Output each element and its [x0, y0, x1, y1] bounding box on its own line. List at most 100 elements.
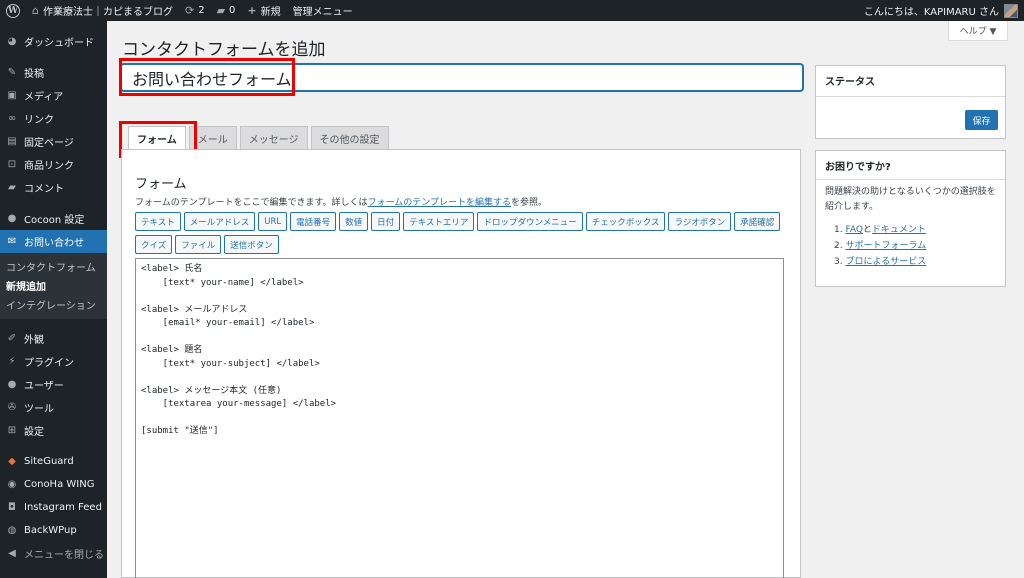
plugin-icon: ⚡ [8, 356, 16, 367]
tag-button-file[interactable]: ファイル [175, 235, 222, 254]
pro-services-link[interactable]: プロによるサービス [845, 257, 926, 267]
main-content: ヘルプ ▼ コンタクトフォームを追加 お問い合わせフォーム フォーム メール メ… [107, 21, 1024, 578]
tab-mail[interactable]: メール [188, 126, 237, 149]
tag-button-checkbox[interactable]: チェックボックス [585, 212, 666, 231]
form-template-textarea[interactable]: <label> 氏名 [text* your-name] </label> <l… [135, 258, 784, 578]
tag-button-url[interactable]: URL [258, 212, 288, 231]
docs-link[interactable]: ドキュメント [872, 225, 926, 235]
comment-bubble-icon: ▰ [216, 4, 226, 17]
tag-button-quiz[interactable]: クイズ [135, 235, 173, 254]
tag-button-number[interactable]: 数値 [339, 212, 369, 231]
help-box: お困りですか? 問題解決の助けとなるいくつかの選択肢を紹介します。 1. FAQ… [815, 150, 1006, 287]
help-title: お困りですか? [825, 162, 891, 173]
admin-bar: W ⌂ 作業療法士｜カピまるブログ ⟳ 2 ▰ 0 + 新規 管理メニュー こんにちは、… [0, 0, 1024, 21]
cocoon-icon: ● [7, 213, 17, 224]
sidebar-item-plugins[interactable]: ⚡ プラグイン [0, 350, 107, 373]
sidebar-item-appearance[interactable]: ✐ 外観 [0, 327, 107, 350]
submenu-integration[interactable]: インテグレーション [0, 295, 107, 314]
refresh-icon: ⟳ [184, 4, 195, 17]
tool-icon: ✇ [7, 402, 17, 413]
code-line: <label> 題名 [141, 345, 203, 355]
updates-link[interactable]: ⟳ 2 [179, 0, 211, 21]
mail-icon: ✉ [7, 236, 17, 247]
sidebar-item-pages[interactable]: ▤ 固定ページ [0, 130, 107, 153]
help-links-list: 1. FAQとドキュメント 2. サポートフォーラム 3. プロによるサービス [834, 222, 926, 270]
tab-messages[interactable]: メッセージ [239, 126, 308, 149]
comments-link[interactable]: ▰ 0 [211, 0, 242, 21]
submenu-contact-forms[interactable]: コンタクトフォーム [0, 257, 107, 276]
dashboard-icon: ◕ [7, 36, 17, 47]
sidebar-item-product-links[interactable]: ⊡ 商品リンク [0, 153, 107, 176]
code-line: [email* your-email] </label> [141, 318, 315, 328]
form-title-input[interactable]: お問い合わせフォーム [121, 64, 803, 91]
tag-button-date[interactable]: 日付 [371, 212, 401, 231]
code-line: <label> メッセージ本文 (任意) [141, 385, 282, 396]
product-link-icon: ⊡ [7, 159, 17, 170]
sidebar-item-users[interactable]: ● ユーザー [0, 373, 107, 396]
sidebar-item-tools[interactable]: ✇ ツール [0, 396, 107, 419]
sidebar-item-posts[interactable]: ✎ 投稿 [0, 61, 107, 84]
tag-button-radio[interactable]: ラジオボタン [668, 212, 732, 231]
comment-icon: ▰ [8, 182, 16, 193]
editor-tabs: フォーム メール メッセージ その他の設定 [128, 126, 392, 150]
sidebar-item-cocoon[interactable]: ● Cocoon 設定 [0, 207, 107, 230]
support-forum-link[interactable]: サポートフォーラム [845, 241, 926, 251]
code-line: [submit "送信"] [141, 426, 219, 436]
tab-additional-settings[interactable]: その他の設定 [310, 126, 389, 149]
contact-submenu: コンタクトフォーム 新規追加 インテグレーション [0, 253, 107, 319]
code-line: [textarea your-message] </label> [141, 399, 337, 409]
sidebar-item-settings[interactable]: ⊞ 設定 [0, 419, 107, 442]
status-divider [816, 96, 1005, 97]
save-button[interactable]: 保存 [965, 110, 998, 130]
home-icon: ⌂ [32, 4, 39, 17]
tag-button-acceptance[interactable]: 承諾確認 [734, 212, 781, 231]
status-title: ステータス [825, 77, 875, 88]
sidebar-item-comments[interactable]: ▰ コメント [0, 176, 107, 199]
site-name-link[interactable]: ⌂ 作業療法士｜カピまるブログ [26, 0, 179, 21]
sidebar-item-contact[interactable]: ✉ お問い合わせ [0, 230, 107, 253]
backwpup-icon: ◍ [7, 525, 17, 536]
conoha-icon: ◉ [7, 479, 17, 490]
instagram-icon: ◘ [8, 502, 16, 513]
plus-icon: + [247, 4, 257, 17]
code-line: [text* your-subject] </label> [141, 358, 320, 369]
edit-template-link[interactable]: フォームのテンプレートを編集する [368, 198, 511, 208]
tab-form[interactable]: フォーム [128, 126, 186, 150]
new-content-link[interactable]: + 新規 [241, 0, 286, 21]
tag-button-textarea[interactable]: テキストエリア [403, 212, 475, 231]
sidebar-item-backwpup[interactable]: ◍ BackWPup [0, 519, 107, 542]
user-icon: ● [7, 379, 17, 390]
link-icon: ∞ [7, 113, 17, 124]
wp-logo-button[interactable]: W [0, 0, 26, 21]
sidebar-item-conoha[interactable]: ◉ ConoHa WING [0, 473, 107, 496]
sidebar-item-dashboard[interactable]: ◕ ダッシュボード [0, 30, 107, 53]
sidebar-item-siteguard[interactable]: ◆ SiteGuard [0, 450, 107, 473]
list-item: 2. サポートフォーラム [834, 241, 927, 251]
sidebar-item-instagram[interactable]: ◘ Instagram Feed [0, 496, 107, 519]
panel-title: フォーム [135, 177, 187, 192]
sidebar-item-links[interactable]: ∞ リンク [0, 107, 107, 130]
my-account-link[interactable]: こんにちは、KAPIMARU さん [858, 0, 1024, 21]
submenu-add-new[interactable]: 新規追加 [0, 276, 107, 295]
tag-button-dropdown[interactable]: ドロップダウンメニュー [477, 212, 583, 231]
sidebar-item-media[interactable]: ▣ メディア [0, 84, 107, 107]
tag-button-email[interactable]: メールアドレス [183, 212, 256, 231]
panel-description: フォームのテンプレートをここで編集できます。詳しくはフォームのテンプレートを編集… [135, 198, 548, 208]
tag-button-text[interactable]: テキスト [135, 212, 181, 231]
form-panel: フォーム フォームのテンプレートをここで編集できます。詳しくはフォームのテンプレ… [121, 149, 801, 578]
tag-button-submit[interactable]: 送信ボタン [224, 235, 279, 254]
list-item: 1. FAQとドキュメント [834, 225, 926, 235]
settings-icon: ⊞ [7, 425, 17, 436]
wordpress-icon: W [6, 3, 20, 18]
faq-link[interactable]: FAQ [845, 225, 862, 235]
avatar [1004, 3, 1018, 18]
page-icon: ▤ [7, 136, 17, 147]
admin-sidebar: ◕ ダッシュボード ✎ 投稿 ▣ メディア ∞ リンク ▤ 固定ページ ⊡ 商品リンク ▰ コ… [0, 21, 107, 578]
sidebar-collapse-menu[interactable]: ◀ メニューを閉じる [0, 542, 107, 565]
admin-menu-link[interactable]: 管理メニュー [287, 0, 359, 21]
help-tab-button[interactable]: ヘルプ ▼ [948, 21, 1008, 41]
tag-button-tel[interactable]: 電話番号 [290, 212, 337, 231]
